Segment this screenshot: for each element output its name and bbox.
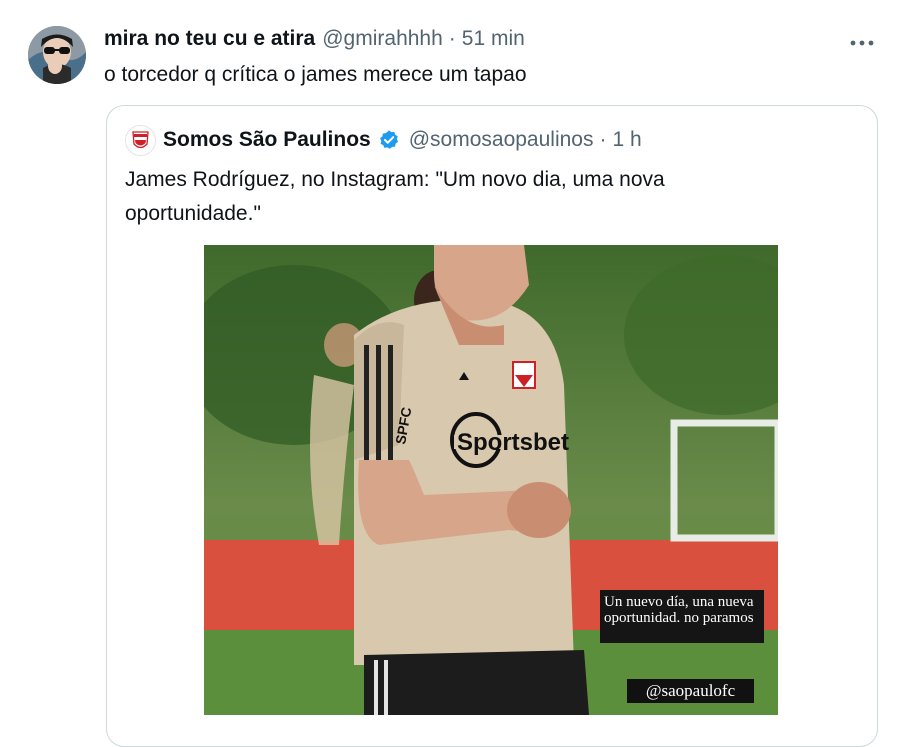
player-photo: Sportsbet SPFC [204, 245, 778, 715]
quoted-separator-dot: · [599, 128, 607, 151]
shirt-sponsor-text: Sportsbet [457, 429, 569, 456]
quoted-author-name[interactable]: Somos São Paulinos [163, 128, 371, 152]
tweet-timestamp[interactable]: 51 min [462, 27, 525, 51]
tweet-header: mira no teu cu e atira @gmirahhhh · 51 m… [104, 26, 525, 52]
quoted-tweet[interactable]: Somos São Paulinos @somosaopaulinos · 1 … [106, 105, 878, 747]
tweet-text: o torcedor q crítica o james merece um t… [104, 63, 527, 86]
quoted-tweet-header: Somos São Paulinos @somosaopaulinos · 1 … [125, 124, 642, 156]
separator-dot: · [448, 27, 456, 50]
story-mention: @saopaulofc [627, 679, 754, 703]
more-options-button[interactable] [849, 26, 875, 54]
quoted-media-image[interactable]: Sportsbet SPFC Un nuevo día, una nueva o… [204, 245, 778, 715]
quoted-author-handle[interactable]: @somosaopaulinos [409, 128, 594, 152]
story-caption: Un nuevo día, una nueva oportunidad. no … [600, 590, 764, 643]
more-dots-icon [850, 40, 874, 46]
quoted-author-avatar[interactable] [125, 124, 156, 156]
tweet[interactable]: mira no teu cu e atira @gmirahhhh · 51 m… [0, 0, 907, 747]
quoted-timestamp[interactable]: 1 h [612, 128, 641, 152]
author-handle[interactable]: @gmirahhhh [322, 27, 443, 51]
quoted-tweet-text: James Rodríguez, no Instagram: "Um novo … [125, 168, 665, 225]
avatar-image [28, 26, 86, 84]
author-avatar[interactable] [28, 26, 86, 84]
author-name[interactable]: mira no teu cu e atira [104, 27, 315, 51]
verified-badge-icon [379, 130, 398, 149]
spfc-logo-icon [126, 125, 155, 155]
